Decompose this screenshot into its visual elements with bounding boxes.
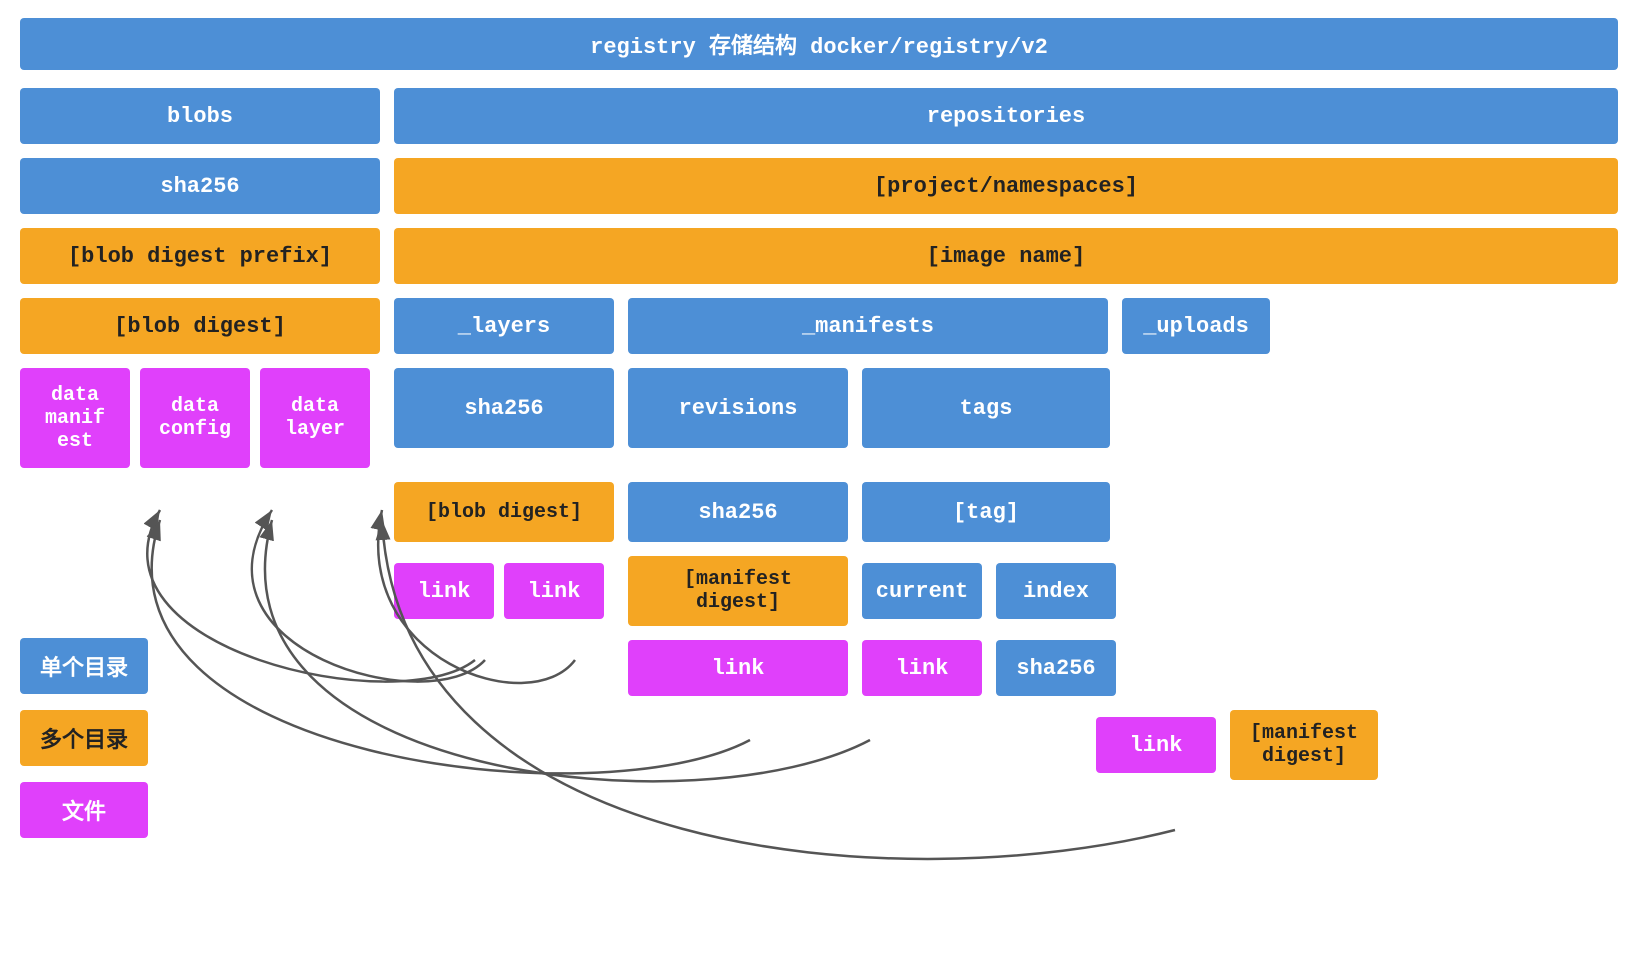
link3-box: link (628, 640, 848, 696)
blob-digest-prefix-box: [blob digest prefix] (20, 228, 380, 284)
data-layer-box: data layer (260, 368, 370, 468)
blob-digest-box: [blob digest] (20, 298, 380, 354)
layers-box: _layers (394, 298, 614, 354)
tags-box: tags (862, 368, 1110, 448)
legend-single-dir: 单个目录 (20, 638, 148, 694)
index-box: index (996, 563, 1116, 619)
data-config-box: data config (140, 368, 250, 468)
link2-box: link (504, 563, 604, 619)
tag-box: [tag] (862, 482, 1110, 542)
sha256-layers-box: sha256 (394, 368, 614, 448)
legend-multi-dir: 多个目录 (20, 710, 148, 766)
repositories-box: repositories (394, 88, 1618, 144)
sha256-revisions-box: sha256 (628, 482, 848, 542)
image-name-box: [image name] (394, 228, 1618, 284)
link1-box: link (394, 563, 494, 619)
page-title: registry 存储结构 docker/registry/v2 (20, 18, 1618, 70)
blobs-box: blobs (20, 88, 380, 144)
link5-box: link (1096, 717, 1216, 773)
link4-box: link (862, 640, 982, 696)
sha256-tags-box: sha256 (996, 640, 1116, 696)
uploads-box: _uploads (1122, 298, 1270, 354)
blob-digest-layers-box: [blob digest] (394, 482, 614, 542)
legend-file: 文件 (20, 782, 148, 838)
manifest-digest-revisions-box: [manifest digest] (628, 556, 848, 626)
project-namespaces-box: [project/namespaces] (394, 158, 1618, 214)
manifests-box: _manifests (628, 298, 1108, 354)
data-manifest-box: data manif est (20, 368, 130, 468)
current-box: current (862, 563, 982, 619)
revisions-box: revisions (628, 368, 848, 448)
sha256-blobs-box: sha256 (20, 158, 380, 214)
manifest-digest-tags-box: [manifest digest] (1230, 710, 1378, 780)
